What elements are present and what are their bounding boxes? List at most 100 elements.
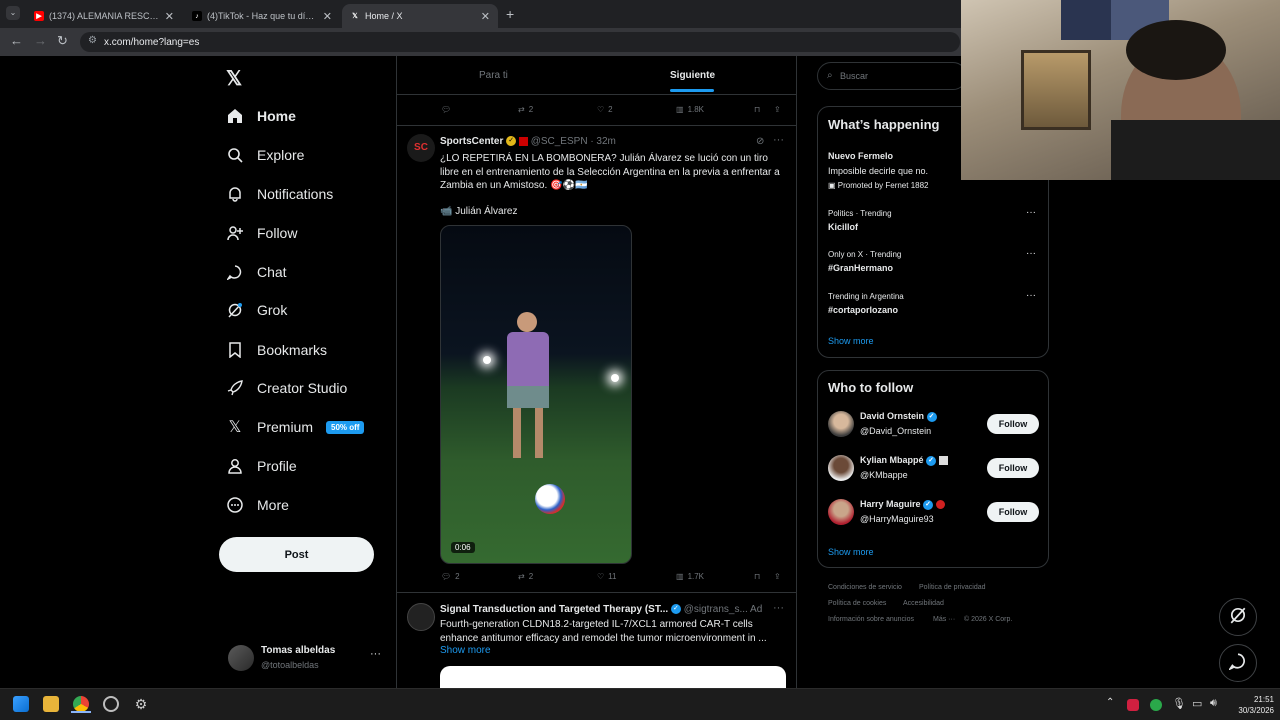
site-info-icon[interactable]: ⚙ xyxy=(88,35,97,46)
follow-suggestion[interactable]: Harry Maguire ✓ @HarryMaguire93 Follow xyxy=(818,497,1048,529)
show-more-link[interactable]: Show more xyxy=(828,336,874,346)
reply-icon[interactable]: 💬︎ xyxy=(441,105,451,114)
microphone-icon[interactable]: 🎙︎ xyxy=(1172,697,1186,710)
youtube-icon: ▶ xyxy=(34,11,44,21)
footer-link[interactable]: Accesibilidad xyxy=(903,600,944,607)
url-field[interactable]: ⚙ x.com/home?lang=es xyxy=(80,32,960,52)
nav-bookmarks[interactable]: Bookmarks xyxy=(226,338,327,362)
affiliate-badge-icon xyxy=(518,136,528,146)
author-name[interactable]: SportsCenter xyxy=(440,136,503,147)
back-icon[interactable]: ← xyxy=(10,33,23,48)
more-icon[interactable]: ··· xyxy=(1026,248,1036,259)
avatar[interactable]: SC xyxy=(407,134,435,162)
more-icon[interactable]: ··· xyxy=(1026,207,1036,218)
chart-icon: ▥ xyxy=(676,105,684,114)
show-more-link[interactable]: Show more xyxy=(828,547,874,557)
account-switcher[interactable]: Tomas albeldas @totoalbeldas ··· xyxy=(226,642,396,676)
person-shirt xyxy=(1111,120,1280,180)
chrome-icon[interactable] xyxy=(73,696,89,712)
footer-link[interactable]: Condiciones de servicio xyxy=(828,584,902,591)
share-icon[interactable]: ⇪ xyxy=(774,572,781,581)
stadium-light xyxy=(611,374,619,382)
nav-explore[interactable]: Explore xyxy=(226,143,304,167)
video-player[interactable]: 0:06 xyxy=(440,225,632,564)
tray-app-icon[interactable] xyxy=(1127,699,1139,711)
avatar xyxy=(828,499,854,525)
author-name[interactable]: Signal Transduction and Targeted Therapy… xyxy=(440,604,668,615)
show-more-link[interactable]: Show more xyxy=(440,644,491,658)
footer-link[interactable]: Política de privacidad xyxy=(919,584,986,591)
nav-chat[interactable]: Chat xyxy=(226,260,287,284)
bookmark-icon[interactable]: ⊓ xyxy=(754,105,760,114)
more-icon[interactable]: ··· xyxy=(370,648,381,660)
close-tab-icon[interactable]: ✕ xyxy=(323,10,332,23)
close-tab-icon[interactable]: ✕ xyxy=(165,10,174,23)
browser-tab-tiktok[interactable]: ♪ (4)TikTok - Haz que tu día sea ✕ xyxy=(184,4,340,28)
nav-more[interactable]: More xyxy=(226,493,289,517)
grok-float-button[interactable] xyxy=(1219,598,1257,636)
trend-item[interactable]: Trending in Argentina #cortaporlozano ··… xyxy=(818,290,1048,324)
browser-tab-youtube[interactable]: ▶ (1374) ALEMANIA RESCATÓ UN ✕ xyxy=(26,4,182,28)
reload-icon[interactable]: ↻ xyxy=(57,33,68,49)
more-icon[interactable]: ··· xyxy=(773,602,784,614)
settings-icon[interactable]: ⚙ xyxy=(133,696,149,712)
like-button[interactable]: ♡ 11 xyxy=(597,572,616,581)
nav-premium[interactable]: 𝕏 Premium 50% off xyxy=(226,415,365,439)
tab-siguiente[interactable]: Siguiente xyxy=(670,70,715,81)
nav-follow[interactable]: Follow xyxy=(226,221,297,245)
clock[interactable]: 21:51 30/3/2026 xyxy=(1238,694,1274,716)
app-icon[interactable] xyxy=(103,696,119,712)
post-button[interactable]: Post xyxy=(219,537,374,572)
reply-button[interactable]: 💬︎ 2 xyxy=(441,572,460,581)
new-tab-icon[interactable]: + xyxy=(506,6,514,22)
search-icon xyxy=(226,146,244,164)
trend-item[interactable]: Only on X · Trending #GranHermano ··· xyxy=(818,248,1048,282)
volume-icon[interactable]: 🔊︎ xyxy=(1210,697,1217,710)
nav-grok[interactable]: Grok xyxy=(226,298,287,322)
follow-suggestion[interactable]: David Ornstein ✓ @David_Ornstein Follow xyxy=(818,409,1048,441)
trend-item[interactable]: Politics · Trending Kicillof ··· xyxy=(818,207,1048,241)
copyright: © 2026 X Corp. xyxy=(964,616,1013,623)
grok-icon[interactable]: ⊘ xyxy=(756,136,764,147)
browser-tab-x[interactable]: 𝕏 Home / X ✕ xyxy=(342,4,498,28)
windows-start-icon[interactable] xyxy=(13,696,29,712)
nav-creator-studio[interactable]: Creator Studio xyxy=(226,376,347,400)
nav-home[interactable]: Home xyxy=(226,104,296,128)
views-button[interactable]: ▥ 1.8K xyxy=(676,105,704,114)
repost-button[interactable]: ⇄ 2 xyxy=(518,572,533,581)
tray-app-icon[interactable] xyxy=(1150,699,1162,711)
bookmark-icon[interactable]: ⊓ xyxy=(754,572,760,581)
ad-media[interactable] xyxy=(440,666,786,688)
follow-suggestion[interactable]: Kylian Mbappé ✓ @KMbappe Follow xyxy=(818,453,1048,485)
search-input[interactable]: ⌕ Buscar xyxy=(817,62,967,90)
follow-button[interactable]: Follow xyxy=(987,414,1039,434)
follow-button[interactable]: Follow xyxy=(987,458,1039,478)
player-leg xyxy=(513,408,521,458)
x-logo-icon[interactable]: 𝕏 xyxy=(226,66,242,91)
share-icon[interactable]: ⇪ xyxy=(774,105,781,114)
reply-icon: 💬︎ xyxy=(441,572,452,581)
more-icon[interactable]: ··· xyxy=(773,134,784,146)
nav-profile[interactable]: Profile xyxy=(226,454,297,478)
chevron-up-icon[interactable]: ⌃ xyxy=(1106,697,1114,708)
avatar[interactable] xyxy=(407,603,435,631)
tab-search-icon[interactable]: ⌄ xyxy=(6,6,20,20)
file-explorer-icon[interactable] xyxy=(43,696,59,712)
verified-badge-icon: ✓ xyxy=(926,455,937,466)
views-button[interactable]: ▥ 1.7K xyxy=(676,572,704,581)
media-tag[interactable]: 📹 Julián Álvarez xyxy=(440,205,517,219)
footer-link[interactable]: Política de cookies xyxy=(828,600,886,607)
footer-link[interactable]: Más ··· xyxy=(933,616,955,623)
close-tab-icon[interactable]: ✕ xyxy=(481,10,490,23)
forward-icon[interactable]: → xyxy=(34,33,47,48)
repost-button[interactable]: ⇄ 2 xyxy=(518,105,533,114)
like-button[interactable]: ♡ 2 xyxy=(597,105,613,114)
tab-para-ti[interactable]: Para ti xyxy=(479,70,508,81)
more-icon[interactable]: ··· xyxy=(1026,290,1036,301)
network-icon[interactable]: ▭ xyxy=(1192,697,1202,710)
stadium-light xyxy=(483,356,491,364)
footer-link[interactable]: Información sobre anuncios xyxy=(828,616,914,623)
messages-float-button[interactable] xyxy=(1219,644,1257,682)
follow-button[interactable]: Follow xyxy=(987,502,1039,522)
nav-notifications[interactable]: Notifications xyxy=(226,182,333,206)
